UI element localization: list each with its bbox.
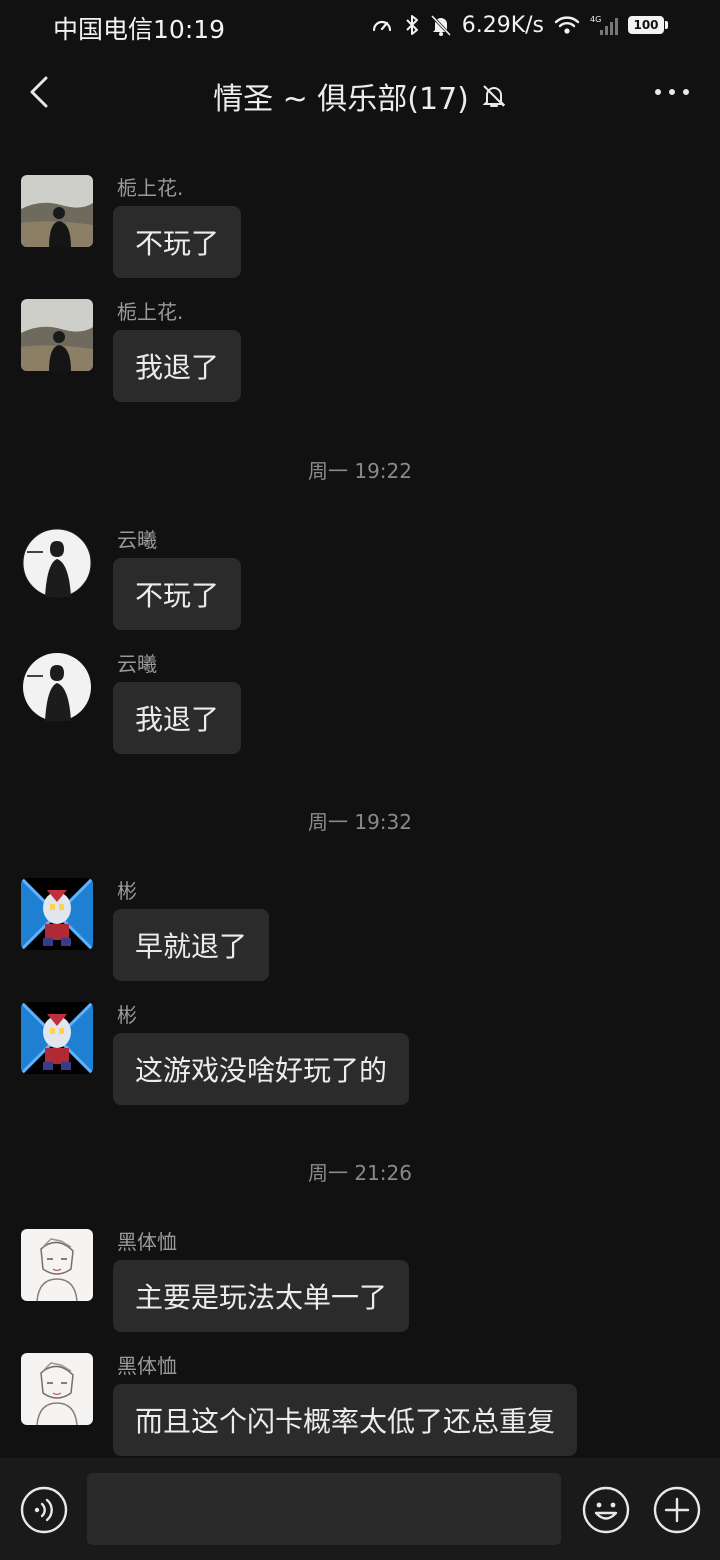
message-bubble[interactable]: 不玩了 <box>113 558 242 630</box>
sender-name: 云曦 <box>117 652 157 676</box>
message-input[interactable] <box>87 1473 561 1545</box>
nav-bar: 情圣 ~ 俱乐部(17) <box>0 50 720 134</box>
message-row: 黑体恤 而且这个闪卡概率太低了还总重复 <box>0 1350 720 1456</box>
sender-name: 云曦 <box>117 528 157 552</box>
message-bubble[interactable]: 不玩了 <box>113 206 242 278</box>
battery-cap <box>665 21 668 29</box>
time-divider: 周一 19:32 <box>308 810 412 834</box>
avatar[interactable] <box>21 1353 93 1425</box>
status-time: 10:19 <box>153 15 226 44</box>
carrier-name: 中国电信 <box>53 15 154 44</box>
avatar[interactable] <box>21 299 93 371</box>
input-bar <box>0 1458 720 1560</box>
message-row: 彬 这游戏没啥好玩了的 <box>0 999 720 1109</box>
message-bubble[interactable]: 主要是玩法太单一了 <box>113 1260 410 1332</box>
net-speed: 6.29K/s <box>461 12 544 38</box>
wifi-icon <box>554 16 580 34</box>
message-bubble[interactable]: 这游戏没啥好玩了的 <box>113 1033 410 1105</box>
emoji-icon[interactable] <box>582 1486 630 1534</box>
status-bar: 中国电信10:19 6.29K/s 4G 100 <box>0 0 720 50</box>
time-divider: 周一 19:22 <box>308 459 412 483</box>
avatar[interactable] <box>21 527 93 599</box>
message-bubble[interactable]: 而且这个闪卡概率太低了还总重复 <box>113 1384 578 1456</box>
message-row: 栀上花. 不玩了 <box>0 172 720 282</box>
message-bubble[interactable]: 我退了 <box>113 330 242 402</box>
mute-icon <box>430 14 451 37</box>
message-row: 云曦 不玩了 <box>0 524 720 634</box>
mute-bell-icon <box>482 85 506 107</box>
message-row: 栀上花. 我退了 <box>0 296 720 406</box>
sender-name: 栀上花. <box>117 300 184 324</box>
message-row: 彬 早就退了 <box>0 875 720 985</box>
sender-name: 栀上花. <box>117 176 184 200</box>
message-bubble[interactable]: 早就退了 <box>113 909 270 981</box>
sender-name: 黑体恤 <box>117 1354 177 1378</box>
bluetooth-icon <box>405 15 418 35</box>
message-bubble[interactable]: 我退了 <box>113 682 242 754</box>
sender-name: 彬 <box>117 879 137 903</box>
battery-level: 100 <box>628 16 664 34</box>
avatar[interactable] <box>21 651 93 723</box>
status-left: 中国电信10:19 <box>53 10 225 46</box>
avatar[interactable] <box>21 1229 93 1301</box>
time-divider: 周一 21:26 <box>308 1161 412 1185</box>
status-icons: 6.29K/s 4G 100 <box>370 10 668 40</box>
speedometer-icon <box>372 20 391 32</box>
avatar[interactable] <box>21 175 93 247</box>
more-dots-icon[interactable] <box>652 82 692 102</box>
sender-name: 彬 <box>117 1003 137 1027</box>
chat-title: 情圣 ~ 俱乐部(17) <box>213 82 469 117</box>
svg-text:4G: 4G <box>590 15 601 24</box>
chat-title-bar: 情圣 ~ 俱乐部(17) <box>0 74 720 118</box>
message-row: 黑体恤 主要是玩法太单一了 <box>0 1226 720 1336</box>
avatar[interactable] <box>21 1002 93 1074</box>
chat-message-list[interactable]: 栀上花. 不玩了 栀上花. 我退了 周一 19:22 云曦 不玩了 云曦 我退了… <box>0 134 720 1456</box>
sender-name: 黑体恤 <box>117 1230 177 1254</box>
plus-icon[interactable] <box>653 1486 701 1534</box>
avatar[interactable] <box>21 878 93 950</box>
signal-icon: 4G <box>590 15 618 35</box>
battery-icon: 100 <box>628 16 668 34</box>
message-row: 云曦 我退了 <box>0 648 720 758</box>
voice-icon[interactable] <box>20 1486 68 1534</box>
